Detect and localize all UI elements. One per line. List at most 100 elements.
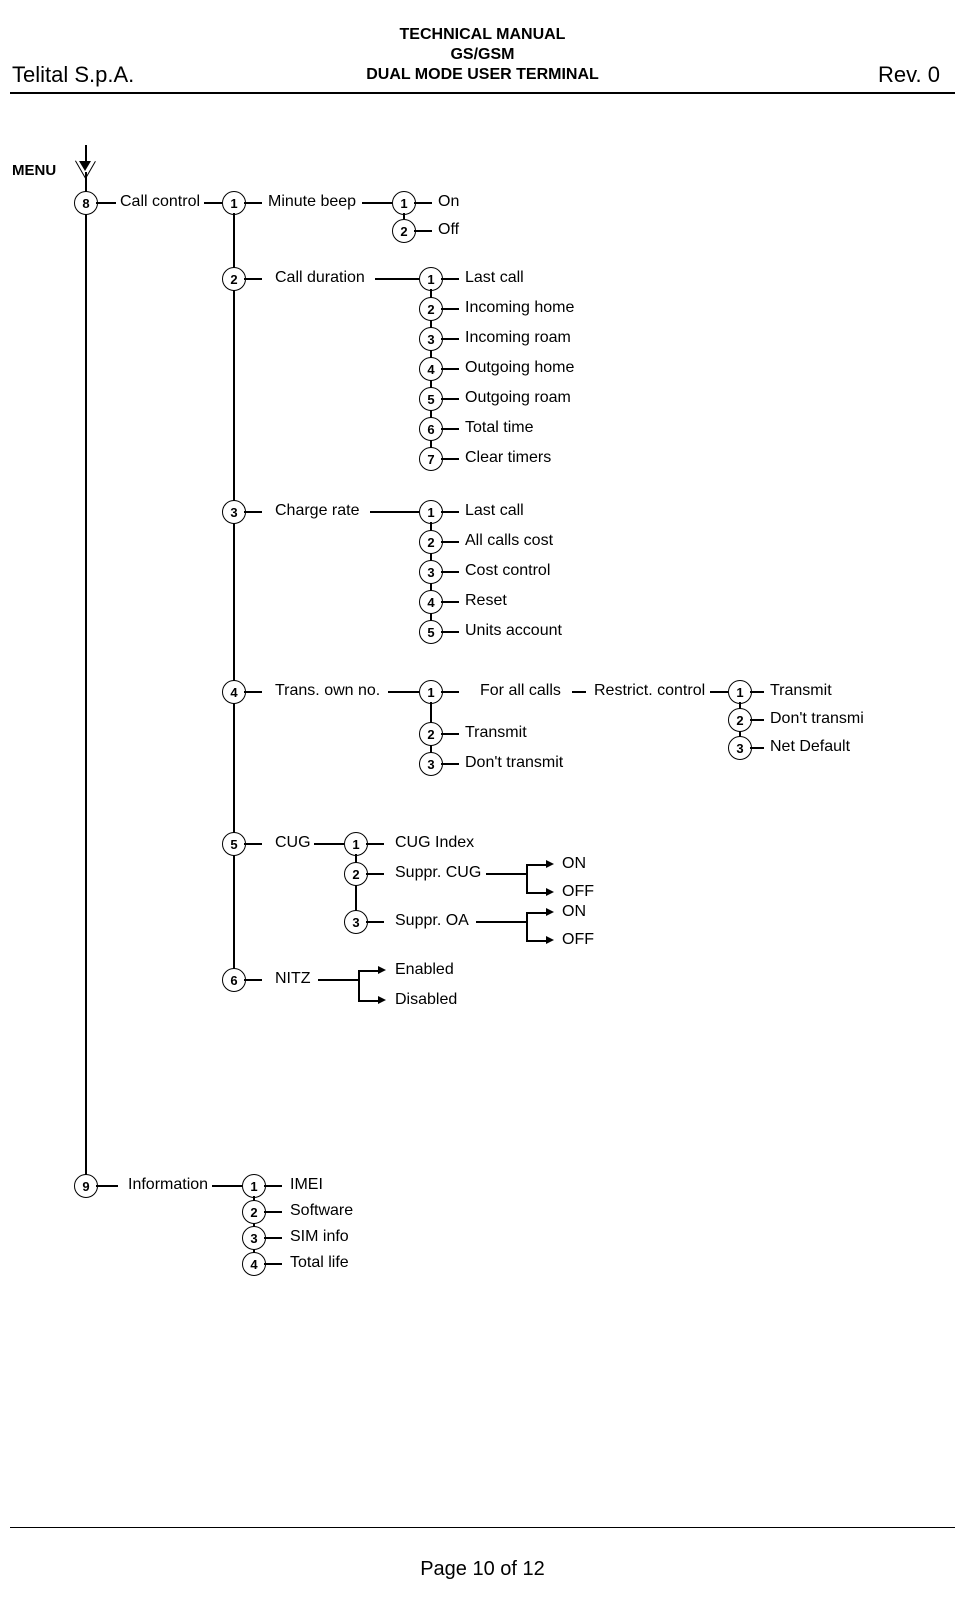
node-8: 8 xyxy=(74,191,98,215)
conn xyxy=(366,843,384,845)
conn xyxy=(366,873,384,875)
conn xyxy=(526,864,546,866)
node-cr-2: 2 xyxy=(419,530,443,554)
node-cu-3: 3 xyxy=(344,910,368,934)
conn xyxy=(441,398,459,400)
conn xyxy=(441,338,459,340)
label-rc-transmit: Transmit xyxy=(770,682,832,700)
label-clear-timers: Clear timers xyxy=(465,449,551,467)
arrow-right-icon xyxy=(546,860,554,868)
conn xyxy=(264,1185,282,1187)
label-rc-dont-transmit: Don't transmi xyxy=(770,710,864,728)
label-rc-net-default: Net Default xyxy=(770,738,850,756)
node-cd-1: 1 xyxy=(419,267,443,291)
arrow-right-icon xyxy=(546,908,554,916)
company-name: Telital S.p.A. xyxy=(12,62,134,88)
conn xyxy=(441,511,459,513)
label-nitz: NITZ xyxy=(275,970,311,988)
label-total-life: Total life xyxy=(290,1254,349,1272)
node-cc-4: 4 xyxy=(222,680,246,704)
label-cug-index: CUG Index xyxy=(395,834,474,852)
conn xyxy=(441,308,459,310)
menu-label: MENU xyxy=(12,162,56,179)
node-cd-7: 7 xyxy=(419,447,443,471)
node-cd-3: 3 xyxy=(419,327,443,351)
label-call-control: Call control xyxy=(120,193,200,211)
label-outgoing-home: Outgoing home xyxy=(465,359,574,377)
node-cc-5: 5 xyxy=(222,832,246,856)
conn-v xyxy=(358,970,360,1000)
label-suppr-oa-off: OFF xyxy=(562,931,594,949)
node-cc-3: 3 xyxy=(222,500,246,524)
conn xyxy=(572,691,586,693)
label-nitz-disabled: Disabled xyxy=(395,991,457,1009)
conn xyxy=(96,202,116,204)
node-cd-4: 4 xyxy=(419,357,443,381)
conn xyxy=(441,428,459,430)
label-suppr-cug-off: OFF xyxy=(562,883,594,901)
conn xyxy=(526,940,546,942)
label-minute-beep: Minute beep xyxy=(268,193,356,211)
node-in-4: 4 xyxy=(242,1252,266,1276)
node-in-1: 1 xyxy=(242,1174,266,1198)
node-rc-3: 3 xyxy=(728,736,752,760)
node-9: 9 xyxy=(74,1174,98,1198)
conn xyxy=(414,202,432,204)
node-cu-1: 1 xyxy=(344,832,368,856)
conn xyxy=(710,691,728,693)
node-to-2: 2 xyxy=(419,722,443,746)
footer-rule xyxy=(10,1527,955,1528)
arrow-right-icon xyxy=(378,966,386,974)
node-in-3: 3 xyxy=(242,1226,266,1250)
node-cr-4: 4 xyxy=(419,590,443,614)
node-rc-1: 1 xyxy=(728,680,752,704)
conn xyxy=(441,571,459,573)
conn xyxy=(441,541,459,543)
label-reset: Reset xyxy=(465,592,507,610)
revision: Rev. 0 xyxy=(878,62,940,88)
conn xyxy=(750,719,764,721)
conn xyxy=(362,202,392,204)
arrow-right-icon xyxy=(546,936,554,944)
label-cug: CUG xyxy=(275,834,311,852)
node-cr-5: 5 xyxy=(419,620,443,644)
node-mb-2: 2 xyxy=(392,219,416,243)
label-charge-rate: Charge rate xyxy=(275,502,360,520)
node-cd-5: 5 xyxy=(419,387,443,411)
node-in-2: 2 xyxy=(242,1200,266,1224)
header-rule xyxy=(10,92,955,94)
conn xyxy=(314,843,344,845)
doc-title-2: GS/GSM xyxy=(0,46,965,64)
trunk-main xyxy=(85,172,87,1185)
label-information: Information xyxy=(128,1176,208,1194)
page-number: Page 10 of 12 xyxy=(0,1558,965,1581)
node-cu-2: 2 xyxy=(344,862,368,886)
label-on: On xyxy=(438,193,459,211)
conn xyxy=(264,1263,282,1265)
page: TECHNICAL MANUAL GS/GSM DUAL MODE USER T… xyxy=(0,0,965,1605)
node-to-1: 1 xyxy=(419,680,443,704)
node-cc-2: 2 xyxy=(222,267,246,291)
conn xyxy=(212,1185,242,1187)
node-cd-6: 6 xyxy=(419,417,443,441)
conn xyxy=(441,458,459,460)
label-cr-last-call: Last call xyxy=(465,502,524,520)
label-trans-own-no: Trans. own no. xyxy=(275,682,380,700)
conn xyxy=(526,892,546,894)
conn xyxy=(441,368,459,370)
conn xyxy=(388,691,419,693)
label-off: Off xyxy=(438,221,459,239)
node-cr-3: 3 xyxy=(419,560,443,584)
label-suppr-cug: Suppr. CUG xyxy=(395,864,481,882)
conn xyxy=(244,511,262,513)
conn xyxy=(441,601,459,603)
label-software: Software xyxy=(290,1202,353,1220)
node-cc-1: 1 xyxy=(222,191,246,215)
conn xyxy=(264,1211,282,1213)
conn xyxy=(414,230,432,232)
conn xyxy=(750,747,764,749)
arrow-right-icon xyxy=(378,996,386,1004)
label-for-all-calls: For all calls xyxy=(480,682,561,700)
node-cr-1: 1 xyxy=(419,500,443,524)
arrow-right-icon xyxy=(546,888,554,896)
